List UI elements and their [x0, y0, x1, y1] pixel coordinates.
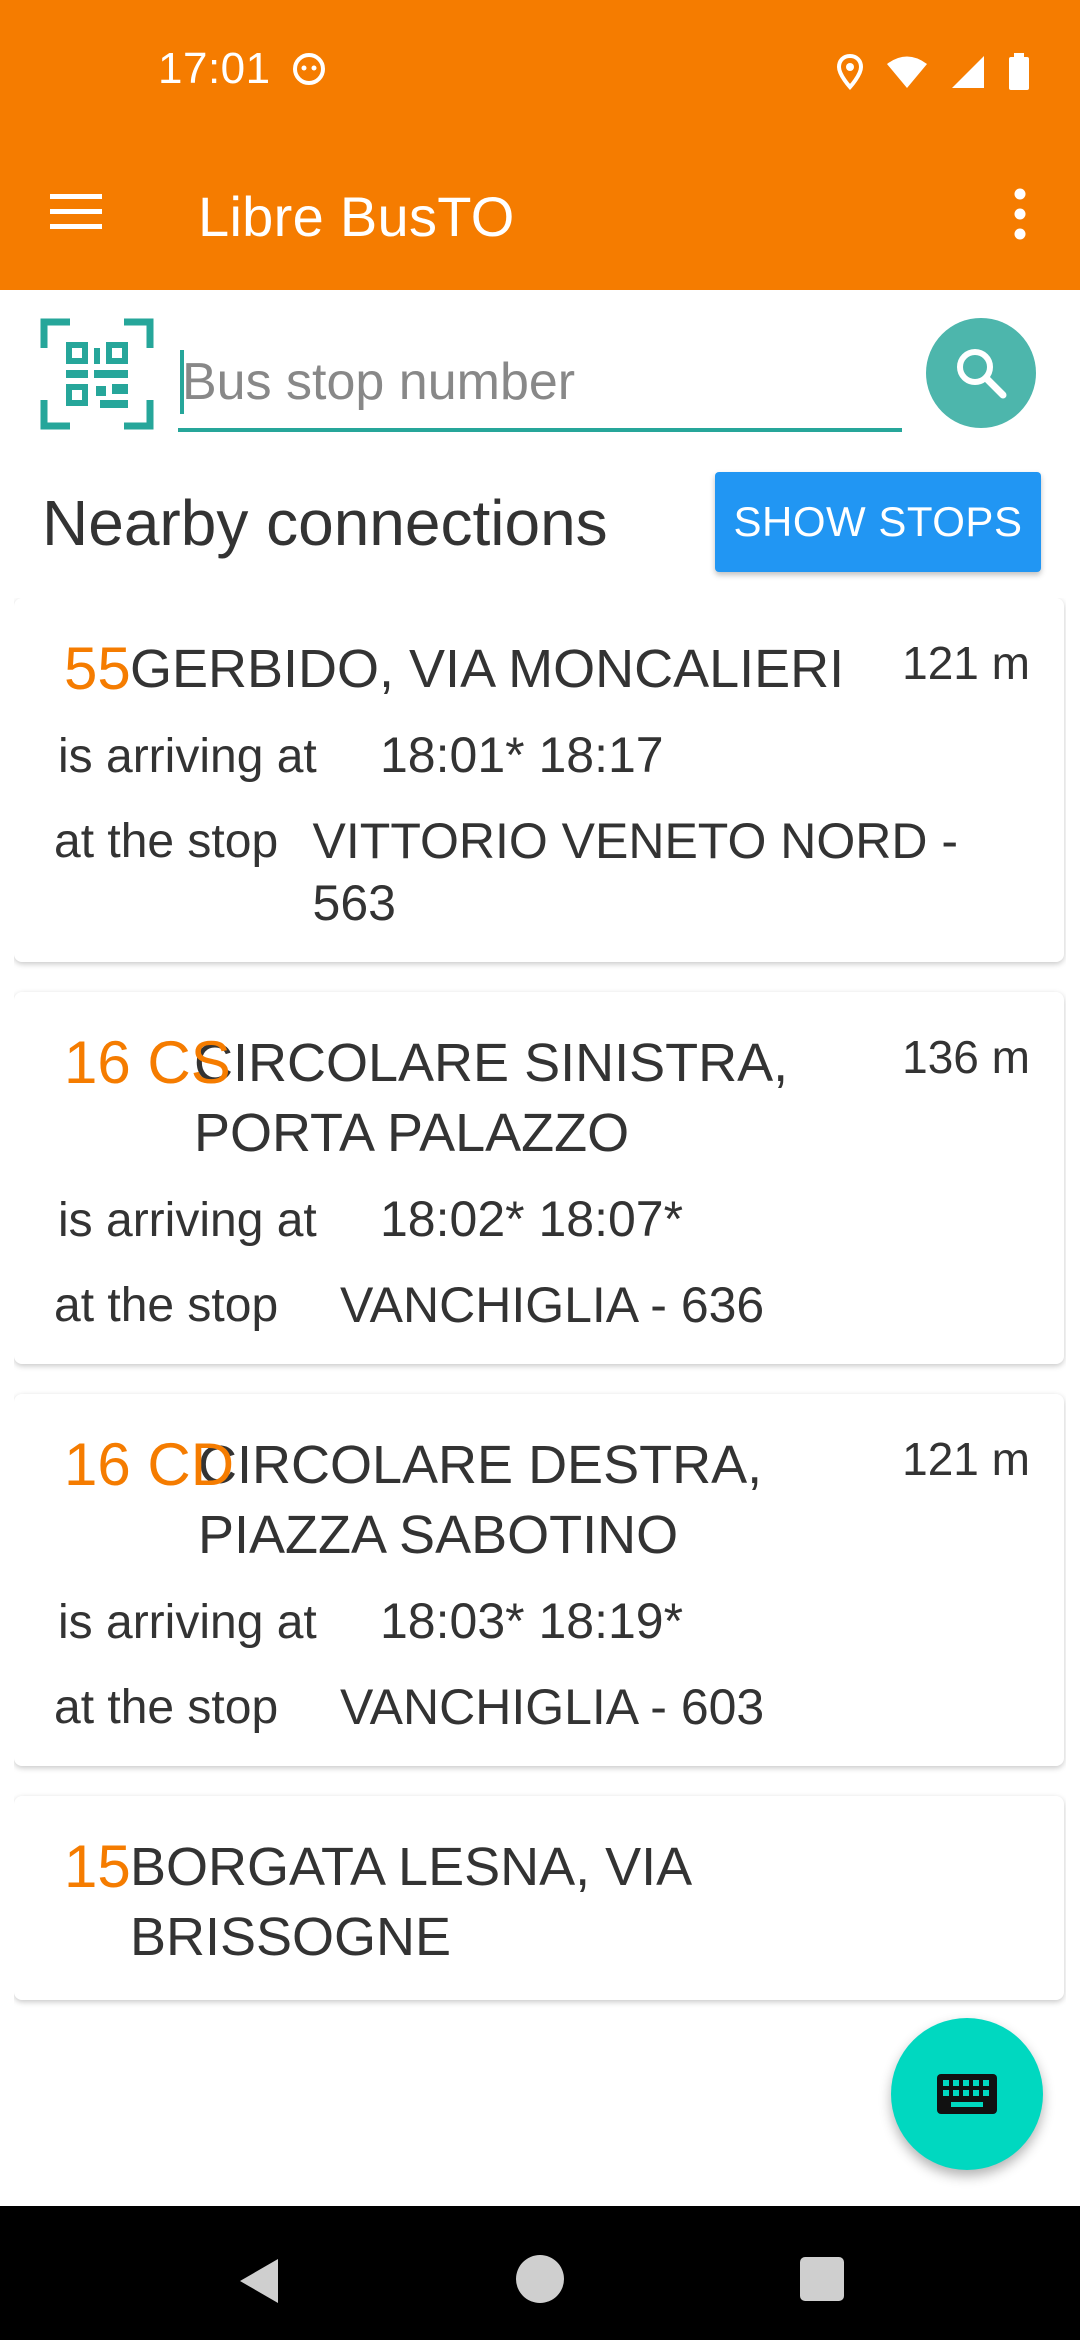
route-card[interactable]: 15 BORGATA LESNA, VIA BRISSOGNE: [14, 1796, 1064, 2000]
at-stop-label: at the stop: [54, 815, 279, 868]
status-icons: [836, 50, 1030, 94]
stop-name: VANCHIGLIA - 636: [340, 1277, 765, 1333]
route-distance: 121 m: [902, 637, 1030, 689]
arriving-label: is arriving at: [58, 730, 317, 783]
show-stops-button[interactable]: SHOW STOPS: [715, 472, 1041, 572]
search-field[interactable]: [178, 340, 906, 432]
search-button[interactable]: [926, 318, 1036, 428]
route-card[interactable]: 16 CS CIRCOLARE SINISTRA, PORTA PALAZZO …: [14, 992, 1064, 1364]
route-destination: BORGATA LESNA, VIA BRISSOGNE: [130, 1837, 690, 1967]
at-stop-label: at the stop: [54, 1681, 279, 1734]
keyboard-icon: [937, 2074, 997, 2114]
bus-stop-input[interactable]: [178, 340, 906, 424]
arriving-label: is arriving at: [58, 1596, 317, 1649]
route-destination: CIRCOLARE SINISTRA, PORTA PALAZZO: [194, 1033, 789, 1163]
location-icon: [836, 54, 864, 90]
home-icon[interactable]: [516, 2255, 564, 2303]
route-distance: 136 m: [902, 1031, 1030, 1083]
line-number: 16 CS: [64, 1029, 231, 1096]
signal-icon: [952, 56, 984, 88]
arriving-label: is arriving at: [58, 1194, 317, 1247]
wifi-icon: [887, 56, 927, 88]
route-distance: 121 m: [902, 1433, 1030, 1485]
stop-name: VITTORIO VENETO NORD - 563: [312, 813, 958, 931]
route-destination: GERBIDO, VIA MONCALIERI: [130, 639, 845, 699]
line-number: 55: [64, 635, 131, 702]
arrival-times: 18:01* 18:17: [380, 727, 664, 783]
section-title: Nearby connections: [42, 487, 608, 559]
menu-icon[interactable]: [48, 190, 106, 234]
line-number: 16 CD: [64, 1431, 235, 1498]
app-title: Libre BusTO: [198, 185, 515, 248]
route-destination: CIRCOLARE DESTRA, PIAZZA SABOTINO: [198, 1435, 763, 1565]
stop-name: VANCHIGLIA - 603: [340, 1679, 765, 1735]
route-card[interactable]: 16 CD CIRCOLARE DESTRA, PIAZZA SABOTINO …: [14, 1394, 1064, 1766]
keyboard-fab[interactable]: [891, 2018, 1043, 2170]
back-icon[interactable]: [236, 2256, 282, 2306]
route-card[interactable]: 55 GERBIDO, VIA MONCALIERI 121 m is arri…: [14, 598, 1064, 962]
more-vert-icon[interactable]: [1000, 186, 1040, 242]
text-cursor: [180, 350, 184, 414]
arrival-times: 18:03* 18:19*: [380, 1593, 684, 1649]
qr-code-icon[interactable]: [40, 318, 154, 430]
connections-list[interactable]: 55 GERBIDO, VIA MONCALIERI 121 m is arri…: [14, 598, 1066, 2206]
notification-icon: [293, 53, 325, 85]
system-nav-bar: [0, 2206, 1080, 2340]
status-time: 17:01: [158, 44, 271, 93]
battery-icon: [1009, 53, 1029, 90]
arrival-times: 18:02* 18:07*: [380, 1191, 684, 1247]
line-number: 15: [64, 1833, 131, 1900]
app-bar: 17:01 Libre BusTO: [0, 0, 1080, 290]
search-icon: [957, 349, 1007, 399]
at-stop-label: at the stop: [54, 1279, 279, 1332]
recents-icon[interactable]: [800, 2257, 844, 2301]
